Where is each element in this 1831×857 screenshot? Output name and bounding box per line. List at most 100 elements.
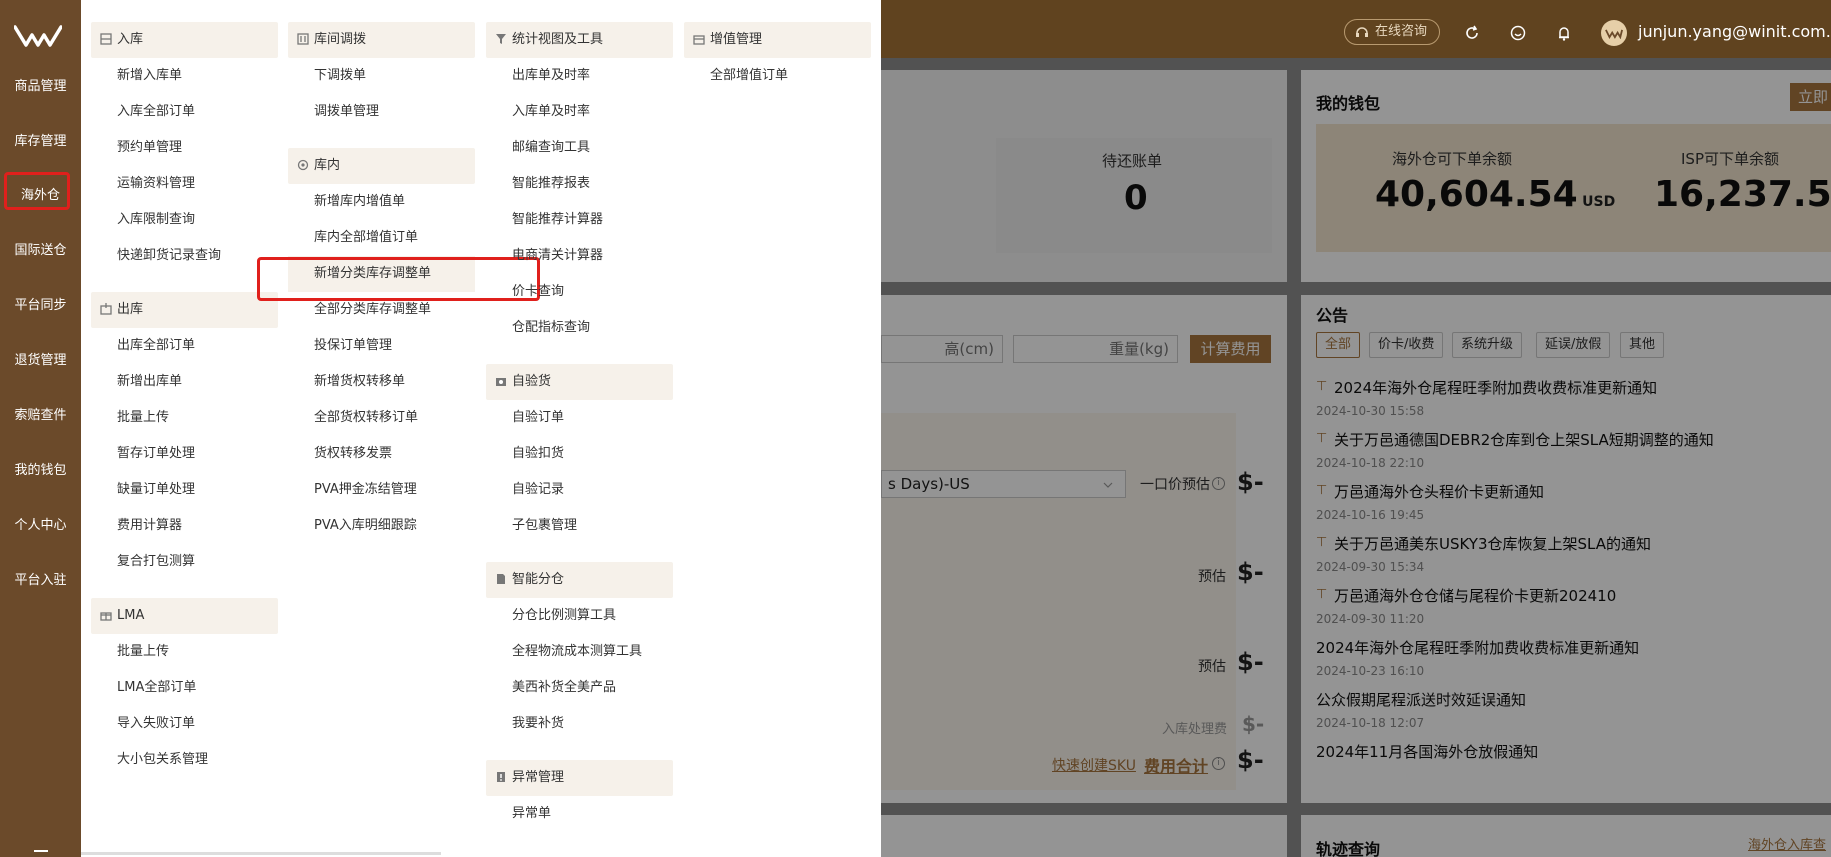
menu-group-lma: LMA xyxy=(91,598,278,634)
menu-link-lma-all[interactable]: LMA全部订单 xyxy=(117,679,196,697)
menu-link-pva-deposit[interactable]: PVA押金冻结管理 xyxy=(314,481,417,499)
headset-icon xyxy=(1356,27,1368,37)
menu-link-inbound-timeliness[interactable]: 入库单及时率 xyxy=(512,103,590,121)
menu-link-delivery-metrics[interactable]: 仓配指标查询 xyxy=(512,319,590,337)
document-icon xyxy=(497,574,505,584)
modal-overlay xyxy=(881,58,1831,857)
menu-link-exception-order[interactable]: 异常单 xyxy=(512,805,551,823)
menu-link-pack-calc[interactable]: 复合打包测算 xyxy=(117,553,195,571)
menu-link-insurance-orders[interactable]: 投保订单管理 xyxy=(314,337,392,355)
menu-link-logistics-cost[interactable]: 全程物流成本测算工具 xyxy=(512,643,642,661)
menu-link-new-title-transfer[interactable]: 新增货权转移单 xyxy=(314,373,405,391)
menu-link-all-vas-orders[interactable]: 全部增值订单 xyxy=(710,67,788,85)
menu-group-inwarehouse-title: 库内 xyxy=(314,158,341,173)
menu-group-outbound: 出库 xyxy=(91,292,278,328)
avatar[interactable] xyxy=(1601,20,1627,46)
menu-link-all-title-transfer[interactable]: 全部货权转移订单 xyxy=(314,409,418,427)
menu-link-new-vas[interactable]: 新增库内增值单 xyxy=(314,193,405,211)
sidebar-item-platform[interactable]: 平台入驻 xyxy=(0,571,81,591)
menu-link-inbound-limit[interactable]: 入库限制查询 xyxy=(117,211,195,229)
online-consult-button[interactable]: 在线咨询 xyxy=(1344,19,1440,45)
menu-group-stats: 统计视图及工具 xyxy=(486,22,673,58)
menu-group-vas-title: 增值管理 xyxy=(710,32,763,47)
online-consult-label: 在线咨询 xyxy=(1375,24,1428,39)
menu-group-inbound: 入库 xyxy=(91,22,278,58)
menu-link-fee-calculator[interactable]: 费用计算器 xyxy=(117,517,182,535)
mega-menu: 入库 新增入库单 入库全部订单 预约单管理 运输资料管理 入库限制查询 快递卸货… xyxy=(81,0,881,857)
menu-link-new-outbound[interactable]: 新增出库单 xyxy=(117,373,182,391)
menu-link-sub-package[interactable]: 子包裹管理 xyxy=(512,517,577,535)
menu-link-title-transfer-invoice[interactable]: 货权转移发票 xyxy=(314,445,392,463)
menu-group-smart: 智能分仓 xyxy=(486,562,673,598)
camera-icon xyxy=(496,378,506,386)
menu-link-import-failed[interactable]: 导入失败订单 xyxy=(117,715,195,733)
menu-link-pva-inbound-track[interactable]: PVA入库明细跟踪 xyxy=(314,517,417,535)
menu-link-west-replenish[interactable]: 美西补货全美产品 xyxy=(512,679,616,697)
outbound-icon xyxy=(100,303,112,315)
menu-link-transport-info[interactable]: 运输资料管理 xyxy=(117,175,195,193)
inbound-icon xyxy=(100,33,112,45)
sidebar: 商品管理 库存管理 海外仓 国际送仓 平台同步 退货管理 索赔查件 我的钱包 个… xyxy=(0,0,81,857)
sidebar-item-sync[interactable]: 平台同步 xyxy=(0,296,81,316)
menu-link-express-unload[interactable]: 快递卸货记录查询 xyxy=(117,247,221,265)
menu-link-temp-order[interactable]: 暂存订单处理 xyxy=(117,445,195,463)
menu-group-outbound-title: 出库 xyxy=(117,302,144,317)
menu-link-smart-report[interactable]: 智能推荐报表 xyxy=(512,175,590,193)
menu-group-inwarehouse: 库内 xyxy=(288,148,475,184)
menu-group-lma-title: LMA xyxy=(117,608,145,623)
smile-icon[interactable] xyxy=(1509,24,1527,42)
menu-link-batch-upload[interactable]: 批量上传 xyxy=(117,409,169,427)
exception-icon xyxy=(497,772,505,782)
menu-link-transfer-manage[interactable]: 调拨单管理 xyxy=(314,103,379,121)
menu-scrollbar[interactable] xyxy=(81,852,441,855)
sidebar-item-wallet[interactable]: 我的钱包 xyxy=(0,461,81,481)
top-header: 在线咨询 junjun.yang@winit.com.cn xyxy=(881,0,1831,58)
menu-group-exception-title: 异常管理 xyxy=(512,770,565,785)
avatar-logo-icon xyxy=(1605,29,1623,39)
menu-link-self-inspect-order[interactable]: 自验订单 xyxy=(512,409,564,427)
menu-link-smart-calculator[interactable]: 智能推荐计算器 xyxy=(512,211,603,229)
menu-group-selfinspect-title: 自验货 xyxy=(512,374,552,389)
filter-icon xyxy=(496,34,506,44)
menu-link-lma-batch-upload[interactable]: 批量上传 xyxy=(117,643,169,661)
menu-link-price-card[interactable]: 价卡查询 xyxy=(512,283,564,301)
winit-logo[interactable] xyxy=(14,24,62,48)
menu-link-inbound-all[interactable]: 入库全部订单 xyxy=(117,103,195,121)
menu-group-selfinspect: 自验货 xyxy=(486,364,673,400)
menu-link-shortage-order[interactable]: 缺量订单处理 xyxy=(117,481,195,499)
sidebar-item-inventory[interactable]: 库存管理 xyxy=(0,132,81,152)
highlight-box xyxy=(257,257,540,301)
menu-link-customs-calculator[interactable]: 电商清关计算器 xyxy=(512,247,603,265)
sidebar-item-overseas[interactable]: 海外仓 xyxy=(0,186,81,206)
menu-link-new-inbound[interactable]: 新增入库单 xyxy=(117,67,182,85)
menu-group-transfer: 库间调拨 xyxy=(288,22,475,58)
menu-link-outbound-all[interactable]: 出库全部订单 xyxy=(117,337,195,355)
sidebar-item-returns[interactable]: 退货管理 xyxy=(0,351,81,371)
menu-group-inbound-title: 入库 xyxy=(117,32,144,47)
menu-link-replenish[interactable]: 我要补货 xyxy=(512,715,564,733)
refresh-icon[interactable] xyxy=(1463,24,1481,42)
menu-link-self-inspect-hold[interactable]: 自验扣货 xyxy=(512,445,564,463)
menu-group-stats-title: 统计视图及工具 xyxy=(512,32,604,47)
menu-link-self-inspect-record[interactable]: 自验记录 xyxy=(512,481,564,499)
menu-link-split-ratio[interactable]: 分仓比例测算工具 xyxy=(512,607,616,625)
menu-link-all-vas[interactable]: 库内全部增值订单 xyxy=(314,229,418,247)
menu-link-all-category-adjust[interactable]: 全部分类库存调整单 xyxy=(314,301,431,319)
gift-icon xyxy=(100,612,112,621)
sidebar-item-intl[interactable]: 国际送仓 xyxy=(0,241,81,261)
bell-icon[interactable] xyxy=(1555,24,1573,42)
sidebar-collapse-icon[interactable] xyxy=(34,850,48,852)
menu-group-vas: 增值管理 xyxy=(684,22,871,58)
menu-link-booking[interactable]: 预约单管理 xyxy=(117,139,182,157)
user-email[interactable]: junjun.yang@winit.com.cn xyxy=(1638,22,1831,41)
sidebar-item-claims[interactable]: 索赔查件 xyxy=(0,406,81,426)
menu-link-zipcode-tool[interactable]: 邮编查询工具 xyxy=(512,139,590,157)
sidebar-item-profile[interactable]: 个人中心 xyxy=(0,516,81,536)
menu-link-outbound-timeliness[interactable]: 出库单及时率 xyxy=(512,67,590,85)
menu-link-package-relation[interactable]: 大小包关系管理 xyxy=(117,751,208,769)
menu-link-new-transfer[interactable]: 下调拨单 xyxy=(314,67,366,85)
wallet-icon xyxy=(693,35,705,45)
menu-group-smart-title: 智能分仓 xyxy=(512,572,565,587)
sidebar-item-product[interactable]: 商品管理 xyxy=(0,77,81,97)
menu-group-exception: 异常管理 xyxy=(486,760,673,796)
